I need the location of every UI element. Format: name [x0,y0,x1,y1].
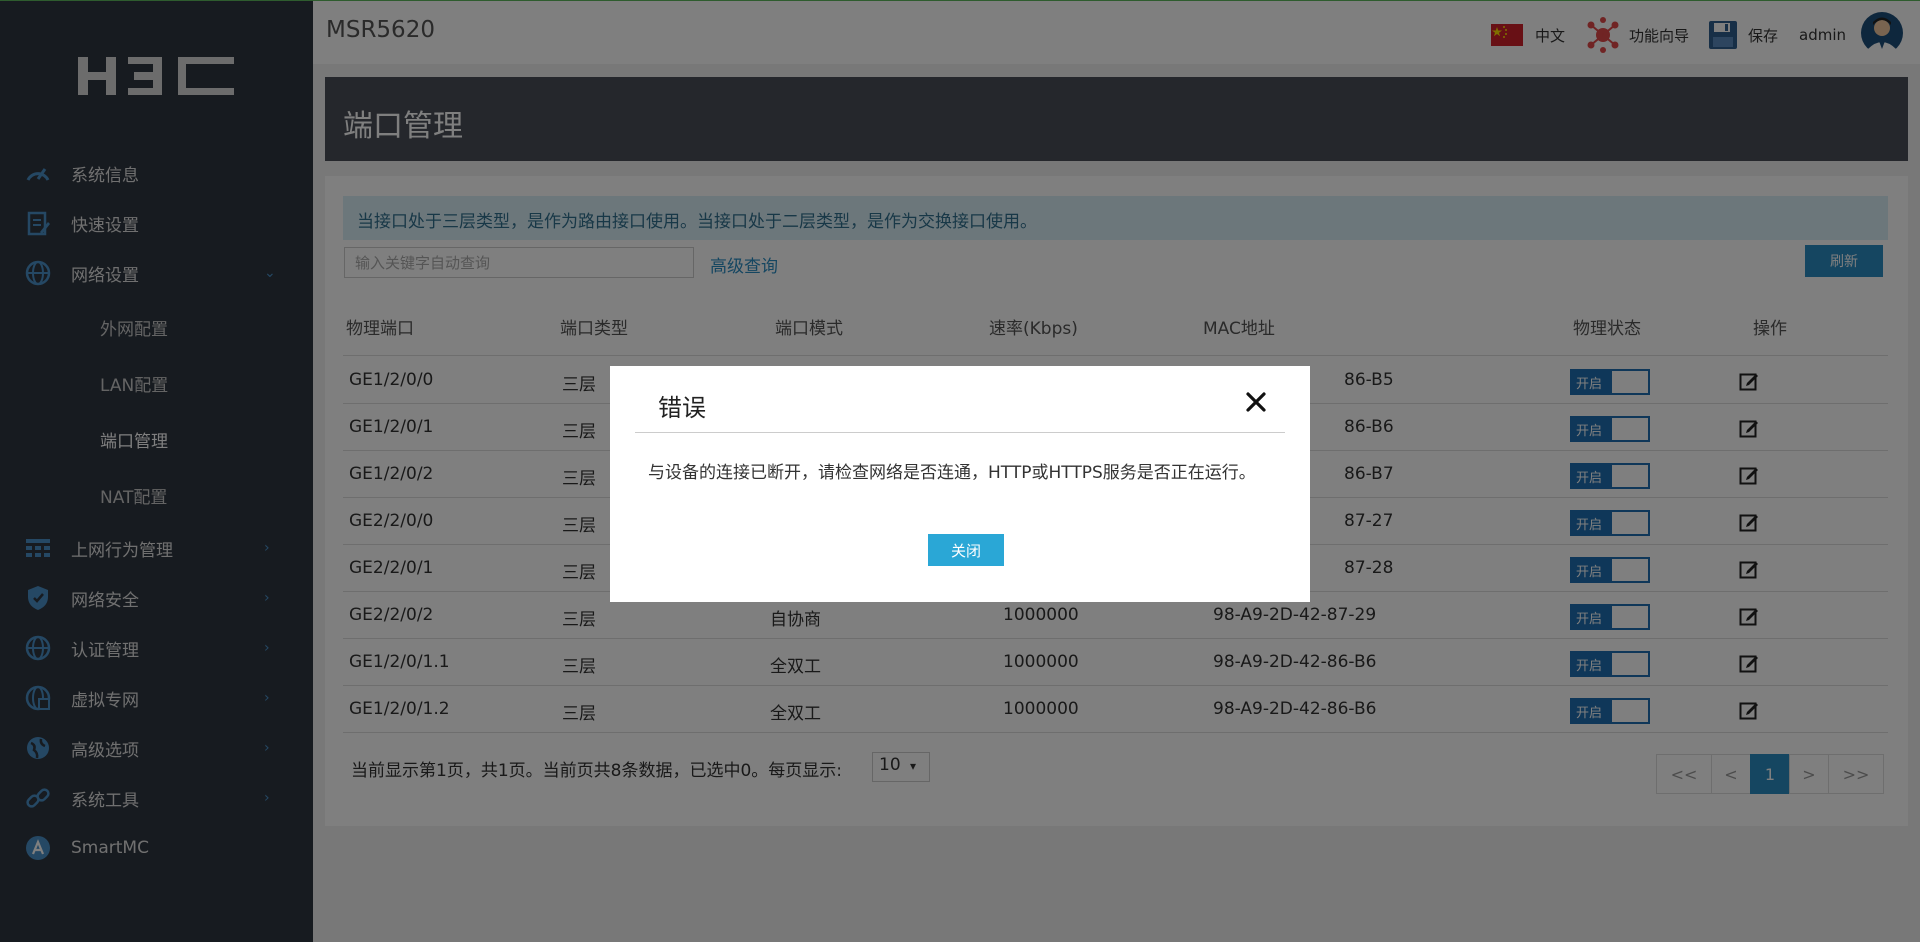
error-dialog: 错误 与设备的连接已断开，请检查网络是否连通，HTTP或HTTPS服务是否正在运… [610,366,1310,602]
dialog-title: 错误 [658,394,706,422]
dialog-message: 与设备的连接已断开，请检查网络是否连通，HTTP或HTTPS服务是否正在运行。 [648,463,1256,483]
dialog-divider [635,432,1285,433]
close-button[interactable]: 关闭 [928,534,1004,566]
close-icon[interactable] [1244,390,1268,414]
